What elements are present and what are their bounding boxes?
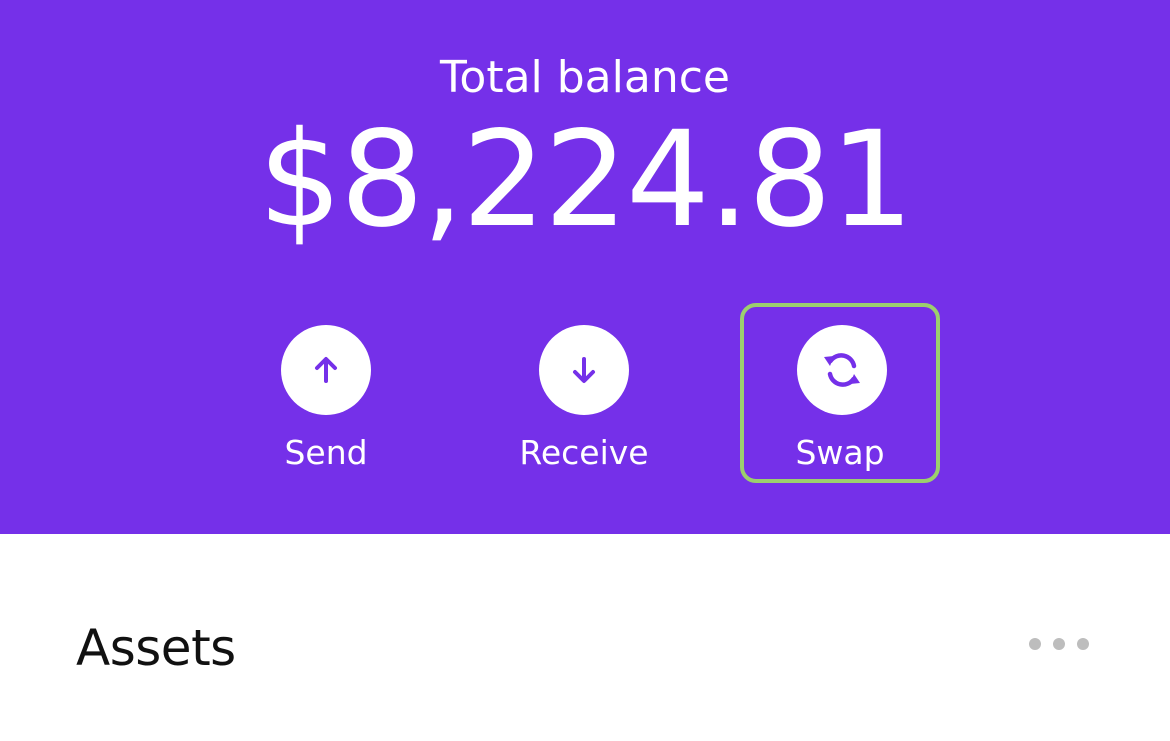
- swap-label: Swap: [795, 433, 885, 472]
- more-dot-icon: [1029, 638, 1041, 650]
- receive-icon-circle: [539, 325, 629, 415]
- total-balance-amount: $8,224.81: [258, 103, 914, 257]
- arrow-down-icon: [573, 357, 595, 383]
- send-button[interactable]: Send: [226, 303, 426, 483]
- swap-icon: [824, 353, 860, 387]
- more-options-button[interactable]: [1026, 626, 1092, 662]
- arrow-up-icon: [315, 357, 337, 383]
- receive-button[interactable]: Receive: [484, 303, 684, 483]
- more-dot-icon: [1077, 638, 1089, 650]
- swap-icon-circle: [797, 325, 887, 415]
- receive-label: Receive: [519, 433, 649, 472]
- swap-button[interactable]: Swap: [740, 303, 940, 483]
- send-icon-circle: [281, 325, 371, 415]
- balance-header: Total balance $8,224.81 Send Receive Swa…: [0, 0, 1170, 534]
- more-dot-icon: [1053, 638, 1065, 650]
- total-balance-label: Total balance: [440, 52, 730, 103]
- send-label: Send: [284, 433, 368, 472]
- assets-heading: Assets: [76, 619, 236, 677]
